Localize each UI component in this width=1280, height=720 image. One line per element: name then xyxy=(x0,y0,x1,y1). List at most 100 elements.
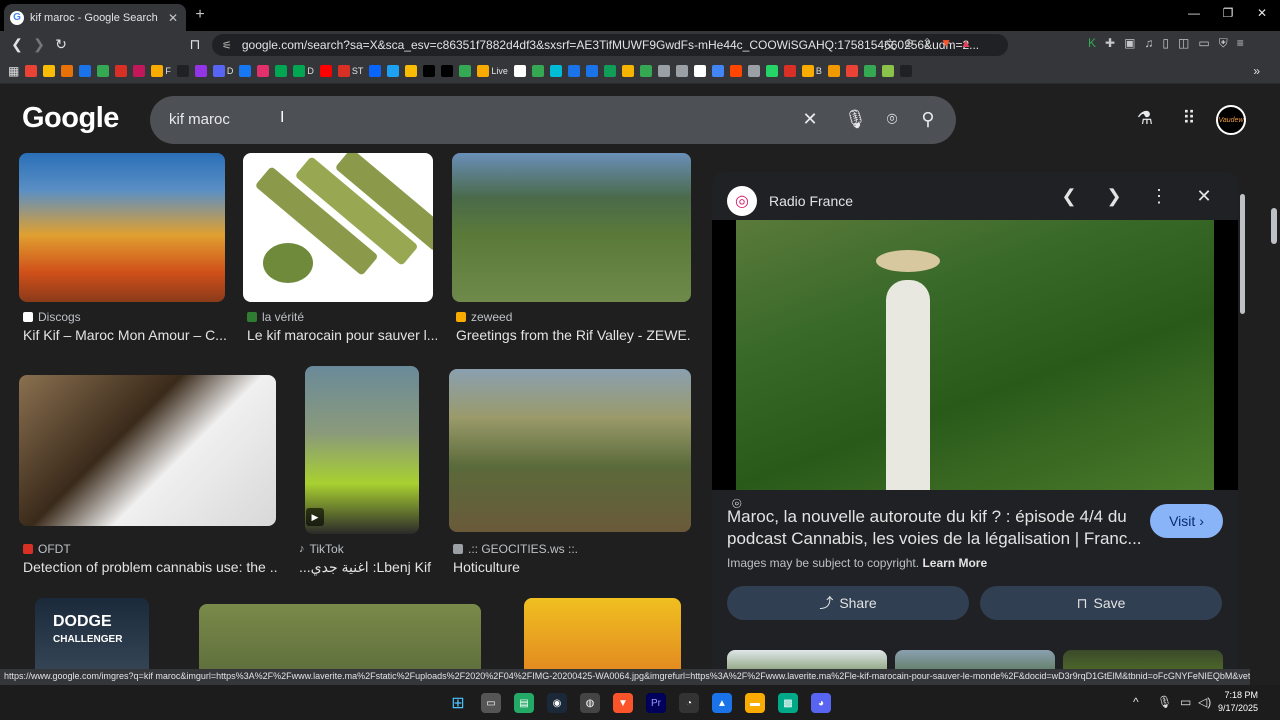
save-button[interactable]: ⊓ Save xyxy=(980,586,1222,620)
bookmark-item[interactable] xyxy=(387,65,400,77)
new-tab-button[interactable]: + xyxy=(192,6,208,24)
bookmark-item[interactable]: D xyxy=(293,65,314,77)
result-image-discogs[interactable] xyxy=(19,153,225,302)
bookmark-item[interactable] xyxy=(693,65,706,77)
bookmark-item[interactable] xyxy=(845,65,858,77)
account-avatar[interactable]: Vaudew xyxy=(1216,105,1246,135)
bookmark-item[interactable] xyxy=(899,65,912,77)
network-icon[interactable]: ▭ xyxy=(1180,695,1191,709)
result-image-geocities[interactable] xyxy=(449,369,691,532)
result-title[interactable]: Kif Kif – Maroc Mon Amour – C... xyxy=(23,327,228,343)
screenshot-icon[interactable]: ▣ xyxy=(1124,36,1135,51)
windows-start-icon[interactable]: ⊞ xyxy=(448,693,468,713)
play-icon[interactable]: ▶ xyxy=(306,508,324,526)
bookmark-item[interactable] xyxy=(257,65,270,77)
learn-more-link[interactable]: Learn More xyxy=(922,556,987,570)
photos-icon[interactable]: ▲ xyxy=(712,693,732,713)
clear-search-icon[interactable]: ✕ xyxy=(800,109,820,130)
bookmark-item[interactable] xyxy=(531,65,544,77)
bookmark-item[interactable] xyxy=(176,65,189,77)
voice-search-icon[interactable]: 🎙 xyxy=(844,109,867,130)
reading-list-icon[interactable]: ▯ xyxy=(1162,36,1169,51)
bookmark-item[interactable] xyxy=(441,65,454,77)
tray-overflow-icon[interactable]: ^ xyxy=(1133,695,1139,709)
share-button[interactable]: ⤴ Share xyxy=(727,586,969,620)
bookmark-item[interactable] xyxy=(863,65,876,77)
labs-flask-icon[interactable]: ⚗ xyxy=(1134,108,1156,129)
forward-icon[interactable]: ❯ xyxy=(30,36,48,53)
discord-icon[interactable]: ◕ xyxy=(811,693,831,713)
bookmark-item[interactable] xyxy=(881,65,894,77)
bookmark-item[interactable]: D xyxy=(212,65,233,77)
bookmark-item[interactable] xyxy=(369,65,382,77)
result-title[interactable]: Greetings from the Rif Valley - ZEWE... xyxy=(456,327,691,343)
bookmark-item[interactable] xyxy=(133,65,146,77)
preview-title[interactable]: Maroc, la nouvelle autoroute du kif ? : … xyxy=(727,506,1147,550)
system-clock[interactable]: 7:18 PM 9/17/2025 xyxy=(1218,689,1258,715)
result-image-zeweed[interactable] xyxy=(452,153,691,302)
bookmark-item[interactable] xyxy=(711,65,724,77)
minimize-icon[interactable]: — xyxy=(1184,6,1204,20)
bookmark-item[interactable] xyxy=(827,65,840,77)
extensions-puzzle-icon[interactable]: ✚ xyxy=(1105,36,1115,51)
result-title[interactable]: Le kif marocain pour sauver l... xyxy=(247,327,437,343)
bookmark-item[interactable] xyxy=(194,65,207,77)
app-icon[interactable]: ◔ xyxy=(679,693,699,713)
bookmark-item[interactable] xyxy=(729,65,742,77)
bookmark-item[interactable] xyxy=(25,65,38,77)
bookmark-item[interactable] xyxy=(239,65,252,77)
preview-image[interactable]: ⌾ xyxy=(712,220,1238,513)
bookmark-item[interactable] xyxy=(585,65,598,77)
bookmark-item[interactable] xyxy=(319,65,332,77)
more-options-icon[interactable]: ⋮ xyxy=(1148,186,1170,207)
brave-rewards-icon[interactable]: ▲ xyxy=(960,36,972,53)
panel-scrollbar[interactable] xyxy=(1239,184,1246,684)
bookmark-item[interactable] xyxy=(275,65,288,77)
result-title[interactable]: Hoticulture xyxy=(453,559,688,575)
bookmark-item[interactable]: B xyxy=(801,65,822,77)
file-explorer-icon[interactable]: ▬ xyxy=(745,693,765,713)
site-info-icon[interactable]: ⚟ xyxy=(222,39,232,52)
vpn-icon[interactable]: ⛨ xyxy=(1219,36,1228,51)
bookmark-item[interactable] xyxy=(675,65,688,77)
bookmark-item[interactable]: F xyxy=(151,65,171,77)
bookmark-item[interactable] xyxy=(765,65,778,77)
steam-icon[interactable]: ◉ xyxy=(547,693,567,713)
bookmark-item[interactable] xyxy=(783,65,796,77)
google-logo[interactable]: Google xyxy=(22,102,119,135)
result-image-laverite[interactable] xyxy=(243,153,433,302)
wallet-icon[interactable]: ▭ xyxy=(1198,36,1209,51)
task-view-icon[interactable]: ▭ xyxy=(481,693,501,713)
bookmark-item[interactable] xyxy=(43,65,56,77)
bookmark-item[interactable] xyxy=(567,65,580,77)
close-window-icon[interactable]: ✕ xyxy=(1252,6,1272,20)
result-image-ofdt[interactable] xyxy=(19,375,276,526)
bookmark-item[interactable] xyxy=(115,65,128,77)
extension-k-icon[interactable]: K xyxy=(1088,36,1096,51)
zoom-icon[interactable]: ⊕ xyxy=(904,36,914,53)
search-input[interactable]: kif maroc xyxy=(169,111,230,128)
apps-grid-icon[interactable]: ▦ xyxy=(8,64,19,78)
result-title[interactable]: ...اغنية جدي :Lbenj Kif Kif xyxy=(299,559,434,576)
bookmark-item[interactable]: Live xyxy=(477,65,508,77)
more-bookmarks-icon[interactable]: » xyxy=(1253,64,1260,78)
panel-source[interactable]: Radio France xyxy=(769,193,853,209)
bookmark-item[interactable] xyxy=(79,65,92,77)
page-scroll-thumb[interactable] xyxy=(1271,208,1277,244)
premiere-pro-icon[interactable]: Pr xyxy=(646,693,666,713)
microphone-icon[interactable]: 🎙 xyxy=(1157,695,1172,709)
maximize-icon[interactable]: ❐ xyxy=(1218,6,1238,20)
search-icon[interactable]: ⚲ xyxy=(918,109,938,130)
bookmark-item[interactable] xyxy=(513,65,526,77)
bookmark-item[interactable] xyxy=(405,65,418,77)
next-icon[interactable]: ❯ xyxy=(1103,186,1125,207)
brave-shields-icon[interactable]: ▼ xyxy=(940,36,952,53)
brave-browser-icon[interactable]: ▼ xyxy=(613,693,633,713)
tab-google-search[interactable]: G kif maroc - Google Search ✕ xyxy=(4,4,186,31)
bookmark-item[interactable] xyxy=(603,65,616,77)
search-box[interactable]: kif maroc I ✕ 🎙 ⌾ ⚲ xyxy=(150,96,956,144)
media-controls-icon[interactable]: ♫ xyxy=(1144,36,1153,51)
translate-icon[interactable]: 文 xyxy=(884,36,896,53)
back-icon[interactable]: ❮ xyxy=(8,36,26,53)
bookmark-item[interactable]: ST xyxy=(337,65,363,77)
